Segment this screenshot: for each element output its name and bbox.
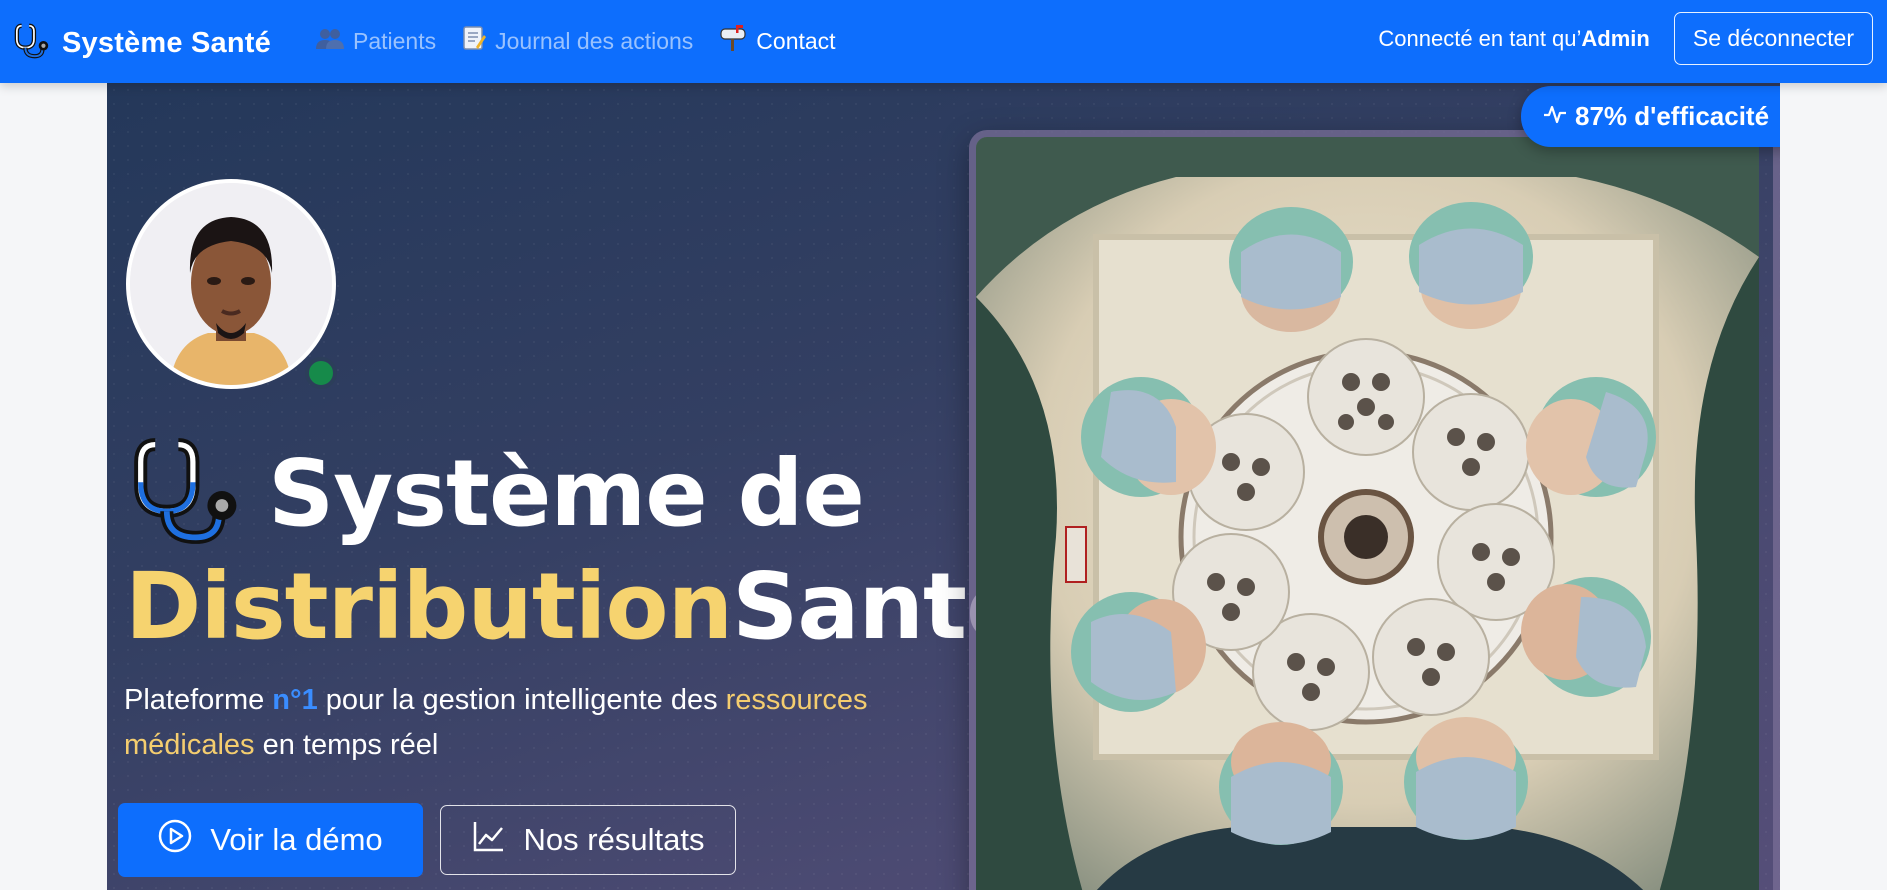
journal-icon — [462, 25, 487, 57]
results-button[interactable]: Nos résultats — [440, 805, 736, 875]
nav-item-journal[interactable]: Journal des actions — [462, 25, 693, 57]
user-avatar — [126, 179, 337, 389]
hero-section: Système de DistributionSanté Plateforme … — [107, 83, 1780, 890]
stethoscope-icon — [14, 22, 52, 65]
nav-item-contact[interactable]: Contact — [719, 25, 836, 57]
results-button-label: Nos résultats — [523, 822, 705, 857]
efficiency-badge: 87% d'efficacité — [1521, 86, 1780, 147]
pulse-icon — [1543, 101, 1567, 132]
logout-button[interactable]: Se déconnecter — [1673, 12, 1873, 65]
avatar — [126, 179, 336, 389]
play-circle-icon — [158, 819, 192, 861]
stethoscope-icon — [132, 433, 248, 554]
patients-icon — [316, 26, 344, 56]
subtitle-part: en temps réel — [254, 729, 439, 761]
nav-links: Patients Journal des actions Contact — [316, 25, 836, 57]
line-chart-icon — [472, 819, 506, 861]
demo-button[interactable]: Voir la démo — [118, 803, 423, 877]
subtitle-highlight-n1: n°1 — [272, 684, 318, 716]
subtitle-part: Plateforme — [124, 684, 273, 716]
subtitle-part: pour la gestion intelligente des — [317, 684, 726, 716]
connected-prefix: Connecté en tant qu’ — [1378, 25, 1582, 51]
hero-photo — [969, 130, 1780, 890]
user-area: Connecté en tant qu’Admin Se déconnecter — [1378, 12, 1873, 65]
hero-title-line2: DistributionSanté — [125, 553, 1028, 660]
top-navbar: Système Santé Patients Journal des actio… — [0, 0, 1887, 83]
connected-user: Admin — [1581, 25, 1650, 51]
brand[interactable]: Système Santé — [14, 22, 271, 65]
hero-title-highlight: Distribution — [125, 553, 733, 660]
connected-as-text: Connecté en tant qu’Admin — [1378, 26, 1650, 52]
nav-item-patients-label: Patients — [353, 27, 437, 54]
demo-button-label: Voir la démo — [210, 822, 383, 857]
nav-item-journal-label: Journal des actions — [495, 27, 694, 54]
nav-item-contact-label: Contact — [756, 27, 836, 54]
mailbox-icon — [719, 25, 747, 57]
hero-title-text: Système de — [268, 440, 865, 547]
efficiency-text: 87% d'efficacité — [1575, 101, 1770, 131]
brand-name: Système Santé — [62, 27, 271, 59]
hero-subtitle: Plateforme n°1 pour la gestion intellige… — [124, 678, 884, 768]
hero-title-line1: Système de — [132, 433, 865, 554]
online-status-dot — [305, 357, 337, 389]
nav-item-patients[interactable]: Patients — [316, 26, 436, 56]
